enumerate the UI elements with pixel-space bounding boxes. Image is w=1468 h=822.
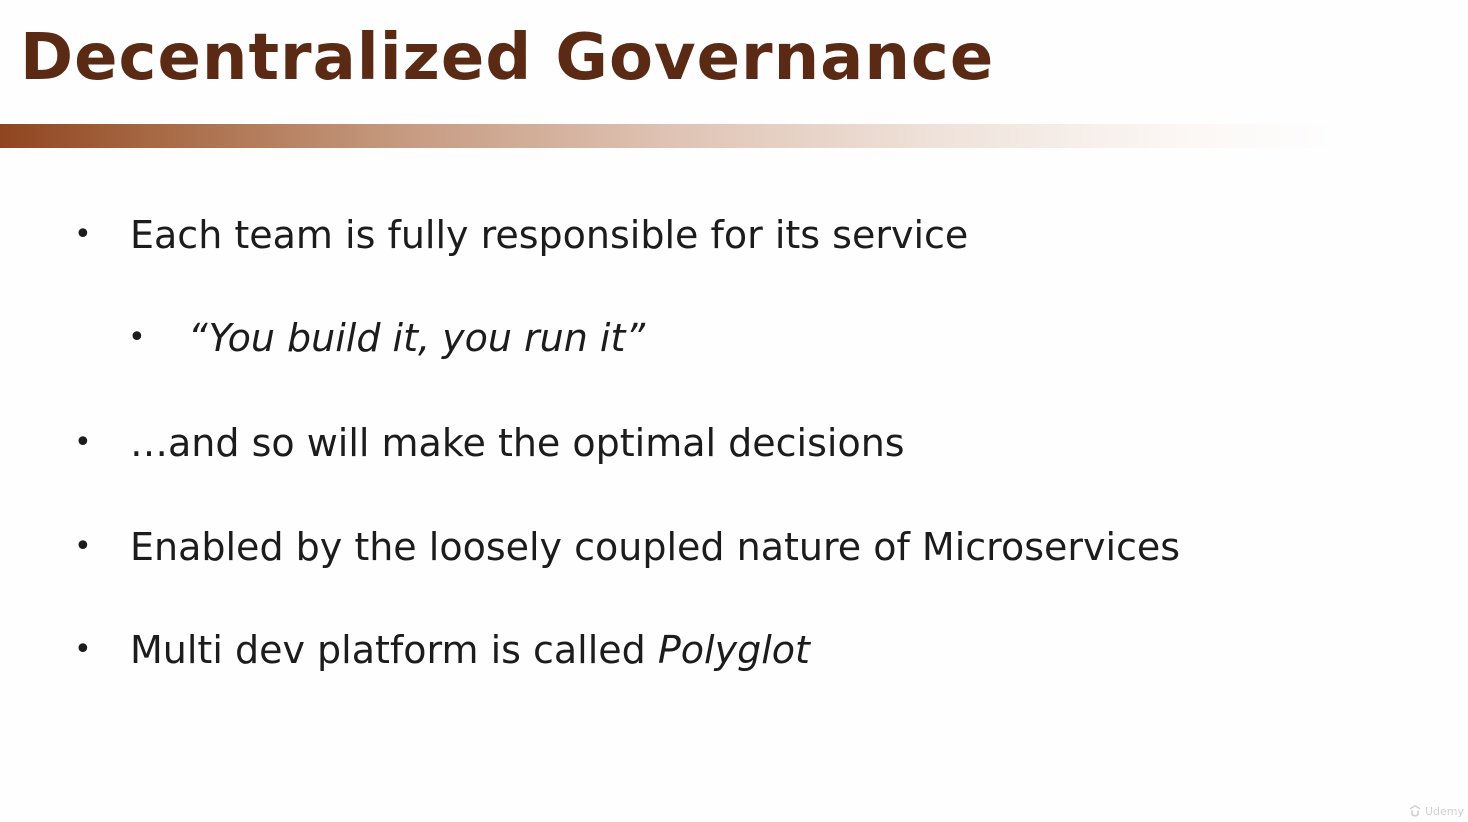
bullet-text: Enabled by the loosely coupled nature of… (130, 525, 1181, 569)
polyglot-term: Polyglot (657, 628, 810, 672)
bullet-list: • Each team is fully responsible for its… (0, 0, 1468, 822)
bullet-dot: • (128, 320, 146, 355)
udemy-logo-icon (1409, 805, 1420, 817)
bullet-text: Multi dev platform is called Polyglot (130, 625, 810, 675)
udemy-watermark: Udemy (1408, 804, 1464, 818)
bullet-dot: • (74, 217, 92, 252)
watermark-label: Udemy (1424, 804, 1464, 818)
bullet-dot: • (74, 529, 92, 564)
slide: Decentralized Governance • Each team is … (0, 0, 1468, 822)
bullet-text-prefix: Multi dev platform is called (130, 628, 658, 672)
sub-bullet-quote: “You build it, you run it” (188, 316, 646, 360)
bullet-text: Each team is fully responsible for its s… (130, 213, 969, 257)
bullet-dot: • (74, 632, 92, 667)
bullet-dot: • (74, 425, 92, 460)
bullet-text: …and so will make the optimal decisions (130, 421, 905, 465)
